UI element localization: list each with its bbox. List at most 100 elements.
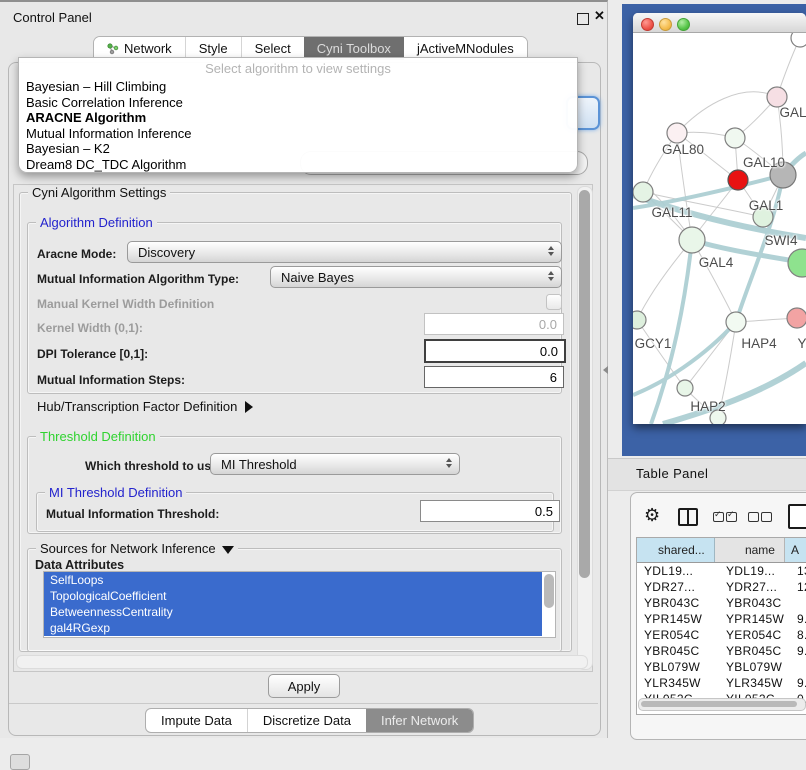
document-icon[interactable]: [788, 504, 806, 529]
table-row[interactable]: YBR043CYBR043C: [637, 595, 806, 611]
tab-select-label: Select: [255, 41, 291, 56]
mi-algorithm-type-select[interactable]: Naive Bayes: [270, 266, 562, 288]
node-swi4[interactable]: [788, 249, 806, 277]
cell: 8.: [793, 628, 806, 642]
table-row[interactable]: YPR145WYPR145W9.: [637, 611, 806, 627]
tab-impute-data[interactable]: Impute Data: [146, 709, 247, 732]
list-item[interactable]: gal4RGexp: [44, 620, 542, 636]
mi-threshold-value: 0.5: [535, 504, 553, 519]
table-horizontal-scrollbar-thumb[interactable]: [641, 701, 797, 707]
dropdown-item[interactable]: Bayesian – Hill Climbing: [19, 79, 577, 95]
minimize-traffic-light[interactable]: [659, 18, 672, 31]
dropdown-item[interactable]: Bayesian – K2: [19, 141, 577, 157]
kernel-width-input[interactable]: 0.0: [424, 313, 564, 335]
algorithm-dropdown-prompt[interactable]: Select algorithm to view settings: [19, 61, 577, 79]
tab-infer-network-label: Infer Network: [381, 713, 458, 728]
list-item[interactable]: SelfLoops: [44, 572, 542, 588]
node-label-gal10: GAL10: [743, 155, 785, 170]
tab-discretize-data[interactable]: Discretize Data: [247, 709, 366, 732]
node-gal10[interactable]: [725, 128, 745, 148]
cell: YDR27...: [719, 580, 793, 594]
settings-vertical-scrollbar-thumb[interactable]: [579, 190, 590, 578]
dropdown-item[interactable]: Mutual Information Inference: [19, 126, 577, 142]
list-item[interactable]: BetweennessCentrality: [44, 604, 542, 620]
table-horizontal-scrollbar[interactable]: [638, 698, 806, 711]
node-label-gal11: GAL11: [651, 205, 692, 220]
dropdown-item[interactable]: Dream8 DC_TDC Algorithm: [19, 157, 577, 173]
node-label-gal1: GAL1: [749, 198, 784, 213]
list-scrollbar-thumb[interactable]: [544, 574, 554, 608]
node-hap4[interactable]: [726, 312, 746, 332]
network-canvas[interactable]: GAL GAL80 GAL10 GAL1 GAL11 SWI4 GAL4 GCY…: [633, 33, 806, 424]
dropdown-item[interactable]: Basic Correlation Inference: [19, 95, 577, 111]
node-gal80[interactable]: [667, 123, 687, 143]
cell: YBR043C: [637, 596, 719, 610]
cell: YLR345W: [637, 676, 719, 690]
columns-icon[interactable]: [678, 508, 698, 526]
list-item[interactable]: TopologicalCoefficient: [44, 588, 542, 604]
table-row[interactable]: YER054CYER054C8.: [637, 627, 806, 643]
manual-kernel-label: Manual Kernel Width Definition: [37, 297, 214, 311]
tab-jactivemnodules-label: jActiveMNodules: [417, 41, 514, 56]
float-window-icon[interactable]: [577, 13, 589, 25]
aracne-mode-select[interactable]: Discovery: [127, 241, 562, 263]
node-label-gcy1: GCY1: [635, 336, 672, 351]
zoom-traffic-light[interactable]: [677, 18, 690, 31]
mi-threshold-input[interactable]: 0.5: [420, 500, 560, 522]
manual-kernel-checkbox[interactable]: [546, 294, 562, 310]
node-label-hap4: HAP4: [741, 336, 776, 351]
close-traffic-light[interactable]: [641, 18, 654, 31]
cell: YLR345W: [719, 676, 793, 690]
cell: YPR145W: [637, 612, 719, 626]
cell: 9.: [793, 676, 806, 690]
select-all-checkbox-icon[interactable]: [726, 512, 737, 522]
data-attributes-list: SelfLoops TopologicalCoefficient Between…: [43, 571, 556, 638]
settings-horizontal-scrollbar[interactable]: [16, 655, 588, 669]
node-gcy1[interactable]: [633, 311, 646, 329]
deselect-all-checkbox-icon[interactable]: [748, 512, 759, 522]
data-attributes-label: Data Attributes: [35, 558, 124, 572]
sources-group-title[interactable]: Sources for Network Inference: [36, 541, 238, 556]
node-gal-partial[interactable]: [767, 87, 787, 107]
cell: YDR27...: [637, 580, 719, 594]
gear-icon[interactable]: ⚙: [644, 505, 660, 526]
chevron-right-icon: [245, 401, 253, 413]
node-gal4[interactable]: [679, 227, 705, 253]
cell: 12: [793, 580, 806, 594]
hub-definition-toggle[interactable]: Hub/Transcription Factor Definition: [37, 399, 253, 414]
aracne-mode-label: Aracne Mode:: [37, 247, 116, 261]
table-header-row: shared... name A: [637, 538, 806, 563]
table-row[interactable]: YBL079WYBL079W: [637, 659, 806, 675]
node-hap2[interactable]: [677, 380, 693, 396]
apply-button[interactable]: Apply: [268, 674, 340, 698]
mi-type-label: Mutual Information Algorithm Type:: [37, 272, 239, 286]
mi-steps-label: Mutual Information Steps:: [37, 373, 185, 387]
cell: YER054C: [719, 628, 793, 642]
table-row[interactable]: YDR27...YDR27...12: [637, 579, 806, 595]
mi-steps-input[interactable]: 6: [424, 366, 564, 388]
select-all-checkbox-icon[interactable]: [713, 512, 724, 522]
node-gal11[interactable]: [633, 182, 653, 202]
mi-threshold-group-title: MI Threshold Definition: [45, 485, 186, 500]
node-selected-red[interactable]: [728, 170, 748, 190]
tab-infer-network[interactable]: Infer Network: [366, 709, 473, 732]
table-row[interactable]: YDL19...YDL19...13: [637, 563, 806, 579]
dropdown-item-selected[interactable]: ARACNE Algorithm: [19, 110, 577, 126]
table-row[interactable]: YLR345WYLR345W9.: [637, 675, 806, 691]
apply-button-label: Apply: [288, 679, 321, 694]
column-header-partial[interactable]: A: [785, 538, 806, 562]
node-label-hap2: HAP2: [690, 399, 725, 414]
network-window-titlebar[interactable]: [633, 13, 806, 33]
table-row[interactable]: YBR045CYBR045C9.: [637, 643, 806, 659]
which-threshold-select[interactable]: MI Threshold: [210, 453, 460, 475]
cell: 9.: [793, 612, 806, 626]
column-header-name[interactable]: name: [715, 538, 785, 562]
column-header-shared-name[interactable]: shared...: [637, 538, 715, 562]
deselect-all-checkbox-icon[interactable]: [761, 512, 772, 522]
close-icon[interactable]: ✕: [594, 8, 605, 24]
splitter-collapse-icon[interactable]: [603, 366, 608, 374]
dpi-tolerance-input[interactable]: 0.0: [424, 339, 566, 363]
node[interactable]: [791, 33, 806, 47]
node-salmon[interactable]: [787, 308, 806, 328]
collapsed-panel-button[interactable]: [10, 754, 30, 770]
